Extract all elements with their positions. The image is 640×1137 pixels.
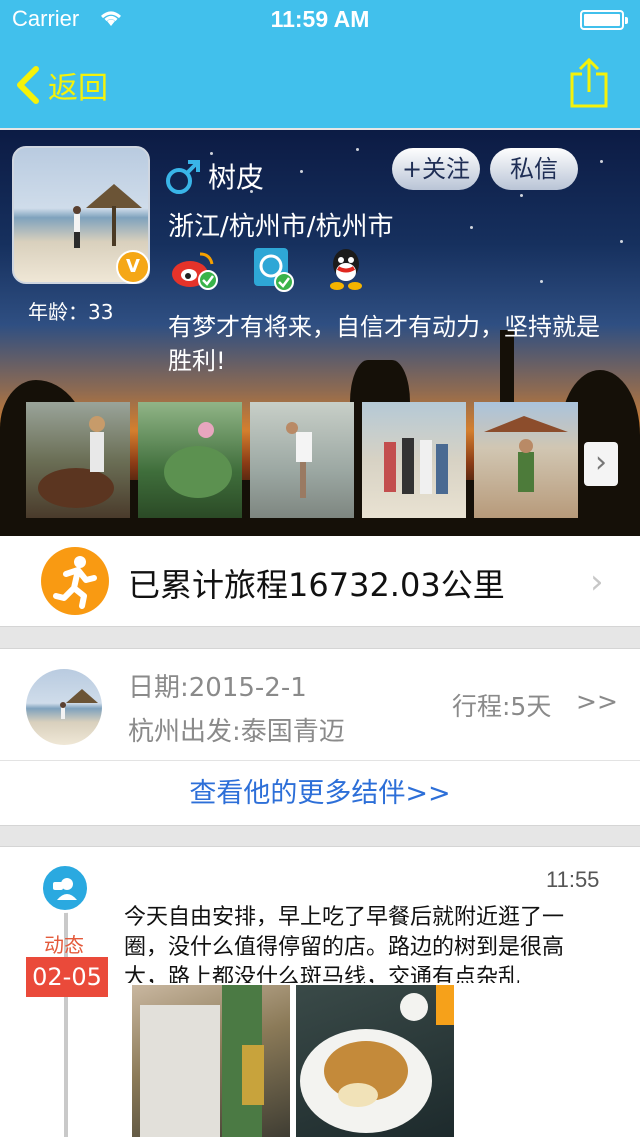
- trip-duration: 行程:5天: [452, 692, 552, 721]
- feed-text: 今天自由安排，早上吃了早餐后就附近逛了一圈，没什么值得停留的店。路边的树到是很高…: [124, 905, 565, 983]
- message-button[interactable]: 私信: [490, 148, 578, 190]
- photo-thumb-4[interactable]: [362, 402, 466, 518]
- phone-verified-icon[interactable]: [252, 246, 298, 294]
- mileage-row[interactable]: 已累计旅程16732.03公里 ›: [0, 536, 640, 627]
- photo-thumb-3[interactable]: [250, 402, 354, 518]
- status-time: 11:59 AM: [270, 6, 370, 32]
- share-icon[interactable]: [568, 56, 610, 110]
- trip-route: 杭州出发:泰国青迈: [128, 717, 345, 747]
- trip-avatar: [26, 669, 102, 745]
- battery-icon: [580, 10, 628, 30]
- follow-button[interactable]: +关注: [392, 148, 480, 190]
- age-label: 年龄：33: [28, 300, 114, 324]
- profile-motto: 有梦才有将来，自信才有动力，坚持就是胜利!: [168, 313, 600, 375]
- feed-time: 11:55: [546, 867, 600, 892]
- location-label: 浙江/杭州市/杭州市: [168, 212, 394, 242]
- feed-status-icon: [40, 863, 90, 913]
- feed-item: 动态 02-05 11:55 今天自由安排，早上吃了早餐后就附近逛了一圈，没什么…: [0, 846, 640, 1137]
- username: 树皮: [208, 161, 265, 194]
- photo-thumb-1[interactable]: [26, 402, 130, 518]
- mileage-text: 已累计旅程16732.03公里: [128, 566, 505, 604]
- chevron-left-icon: [17, 66, 39, 104]
- qq-icon[interactable]: [326, 246, 366, 292]
- back-label: 返回: [48, 71, 108, 106]
- trip-date: 日期:2015-2-1: [128, 673, 307, 703]
- trip-card: 日期:2015-2-1 杭州出发:泰国青迈 行程:5天 >> 查看他的更多结伴>…: [0, 648, 640, 826]
- feed-photo-1[interactable]: [132, 985, 290, 1137]
- timeline-line: [64, 887, 68, 1137]
- photo-strip-next-button[interactable]: ›: [584, 442, 618, 486]
- feed-type-label: 动态: [44, 933, 84, 957]
- back-button[interactable]: 返回: [14, 60, 108, 110]
- chevron-right-icon: ›: [590, 562, 604, 602]
- photo-thumb-5[interactable]: [474, 402, 578, 518]
- feed-photo-2[interactable]: [296, 985, 454, 1137]
- male-icon: [166, 160, 200, 194]
- running-icon: [41, 547, 109, 615]
- more-trips-link[interactable]: 查看他的更多结伴>>: [0, 771, 640, 810]
- trip-detail-arrow: >>: [576, 687, 618, 716]
- vip-badge: V: [116, 250, 150, 284]
- photo-thumb-2[interactable]: [138, 402, 242, 518]
- profile-header: V 年龄：33 树皮 +关注 私信 浙江/杭州市/杭州市 有梦才有将来，自信才有…: [0, 130, 640, 536]
- weibo-icon[interactable]: [170, 246, 220, 292]
- feed-date-badge: 02-05: [26, 957, 108, 997]
- trip-row[interactable]: 日期:2015-2-1 杭州出发:泰国青迈 行程:5天 >>: [0, 649, 640, 759]
- divider: [0, 760, 640, 761]
